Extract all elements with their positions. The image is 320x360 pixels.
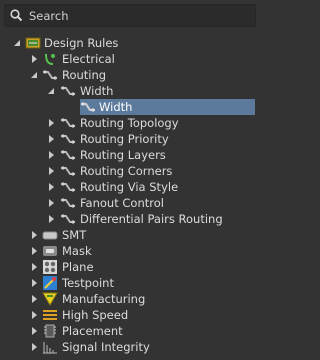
collapsed-arrow-icon[interactable] <box>46 166 56 176</box>
tree-item-label: Design Rules <box>44 36 119 50</box>
collapsed-arrow-icon[interactable] <box>46 134 56 144</box>
tree-item-label: Routing Via Style <box>80 180 179 194</box>
tree-item-width-rule[interactable]: Width <box>0 99 260 115</box>
expanded-arrow-icon[interactable] <box>12 38 22 48</box>
tree-item-label: Differential Pairs Routing <box>80 212 223 226</box>
rule-icon <box>61 134 75 144</box>
tree-item-label: Placement <box>62 324 123 338</box>
rule-icon <box>61 118 75 128</box>
placement-icon <box>44 324 56 338</box>
tree-item-label: Routing Priority <box>80 132 169 146</box>
tree-item-label: Routing <box>62 68 107 82</box>
tree-item-differential-pairs-routing[interactable]: Differential Pairs Routing <box>0 211 260 227</box>
search-input[interactable] <box>29 7 249 24</box>
tree-item-high-speed[interactable]: High Speed <box>0 307 260 323</box>
tree-item-width-group[interactable]: Width <box>0 83 260 99</box>
tree-item-label: Plane <box>62 260 94 274</box>
tree-item-label: Width <box>80 84 114 98</box>
tree-item-routing-layers[interactable]: Routing Layers <box>0 147 260 163</box>
design-rules-icon <box>25 37 41 49</box>
high-speed-icon <box>43 310 57 320</box>
expanded-arrow-icon[interactable] <box>29 70 39 80</box>
collapsed-arrow-icon[interactable] <box>29 326 39 336</box>
testpoint-icon <box>43 276 57 290</box>
tree-item-manufacturing[interactable]: Manufacturing <box>0 291 260 307</box>
plane-icon <box>43 260 57 274</box>
rule-icon <box>81 102 95 112</box>
tree-item-routing-priority[interactable]: Routing Priority <box>0 131 260 147</box>
rule-icon <box>61 150 75 160</box>
collapsed-arrow-icon[interactable] <box>29 278 39 288</box>
collapsed-arrow-icon[interactable] <box>46 214 56 224</box>
tree-item-label: Fanout Control <box>80 196 164 210</box>
rule-icon <box>61 214 75 224</box>
rule-icon <box>61 86 75 96</box>
search-icon <box>10 9 23 22</box>
collapsed-arrow-icon[interactable] <box>46 118 56 128</box>
tree-item-routing-corners[interactable]: Routing Corners <box>0 163 260 179</box>
tree-item-label: Routing Layers <box>80 148 166 162</box>
tree-item-label: Manufacturing <box>62 292 146 306</box>
collapsed-arrow-icon[interactable] <box>29 294 39 304</box>
tree-item-mask[interactable]: Mask <box>0 243 260 259</box>
tree-item-label: Routing Topology <box>80 116 179 130</box>
tree-item-label: Routing Corners <box>80 164 173 178</box>
tree-item-label: Electrical <box>62 52 115 66</box>
tree-item-routing[interactable]: Routing <box>0 67 260 83</box>
tree-item-signal-integrity[interactable]: Signal Integrity <box>0 339 260 355</box>
tree-item-electrical[interactable]: Electrical <box>0 51 260 67</box>
rule-icon <box>61 182 75 192</box>
tree-item-testpoint[interactable]: Testpoint <box>0 275 260 291</box>
rule-icon <box>61 198 75 208</box>
collapsed-arrow-icon[interactable] <box>29 230 39 240</box>
collapsed-arrow-icon[interactable] <box>29 342 39 352</box>
tree-item-routing-via-style[interactable]: Routing Via Style <box>0 179 260 195</box>
tree-item-design-rules[interactable]: Design Rules <box>0 35 260 51</box>
collapsed-arrow-icon[interactable] <box>29 262 39 272</box>
tree-item-placement[interactable]: Placement <box>0 323 260 339</box>
tree-item-label: Mask <box>62 244 92 258</box>
tree-item-routing-topology[interactable]: Routing Topology <box>0 115 260 131</box>
collapsed-arrow-icon[interactable] <box>46 182 56 192</box>
collapsed-arrow-icon[interactable] <box>29 310 39 320</box>
tree-item-plane[interactable]: Plane <box>0 259 260 275</box>
tree-item-fanout-control[interactable]: Fanout Control <box>0 195 260 211</box>
expanded-arrow-icon[interactable] <box>46 86 56 96</box>
rule-icon <box>61 166 75 176</box>
search-box[interactable] <box>4 4 256 27</box>
mask-icon <box>43 246 57 256</box>
tree-item-label: Signal Integrity <box>62 340 150 354</box>
tree-item-label: Testpoint <box>62 276 114 290</box>
collapsed-arrow-icon[interactable] <box>29 54 39 64</box>
tree-item-smt[interactable]: SMT <box>0 227 260 243</box>
tree-item-label: SMT <box>62 228 87 242</box>
signal-integrity-icon <box>43 342 57 354</box>
smt-icon <box>42 231 58 240</box>
collapsed-arrow-icon[interactable] <box>46 150 56 160</box>
routing-icon <box>43 70 57 80</box>
tree-item-label: High Speed <box>62 308 129 322</box>
manufacturing-icon <box>42 292 58 306</box>
collapsed-arrow-icon[interactable] <box>29 246 39 256</box>
collapsed-arrow-icon[interactable] <box>46 198 56 208</box>
tree-item-label: Width <box>99 100 133 114</box>
electrical-icon <box>45 53 55 65</box>
